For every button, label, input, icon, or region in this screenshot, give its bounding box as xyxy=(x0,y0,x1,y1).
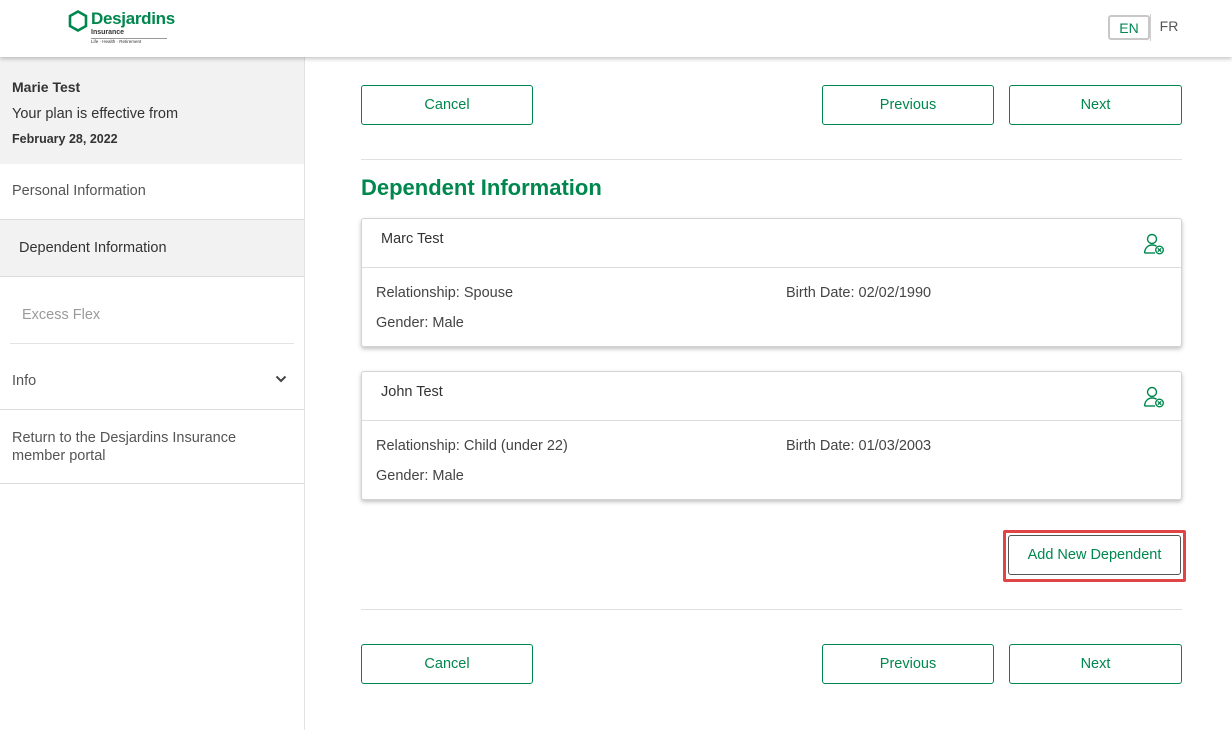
dependent-card-header: John Test xyxy=(362,372,1181,421)
hexagon-logo-icon xyxy=(68,10,88,32)
language-fr-button[interactable]: FR xyxy=(1154,15,1184,40)
previous-button[interactable]: Previous xyxy=(822,644,994,684)
user-summary: Marie Test Your plan is effective from F… xyxy=(0,57,304,164)
cancel-button[interactable]: Cancel xyxy=(361,85,533,125)
top-header: Desjardins Insurance Life · Health · Ret… xyxy=(0,0,1232,57)
language-separator xyxy=(1150,14,1151,41)
sidebar-item-excess-flex: Excess Flex xyxy=(0,277,304,344)
section-divider xyxy=(361,609,1182,610)
sidebar-item-label: Personal Information xyxy=(12,183,146,199)
plan-effective-date: February 28, 2022 xyxy=(12,132,118,146)
dependent-card: John Test Relationship: Child (under 22)… xyxy=(361,371,1182,500)
previous-button[interactable]: Previous xyxy=(822,85,994,125)
dependent-gender: Gender: Male xyxy=(376,468,464,484)
sidebar-item-info[interactable]: Info xyxy=(0,344,304,410)
user-name: Marie Test xyxy=(12,79,81,95)
cancel-button[interactable]: Cancel xyxy=(361,644,533,684)
dependent-birth-date: Birth Date: 01/03/2003 xyxy=(786,438,932,454)
dependent-card: Marc Test Relationship: Spouse Birth Dat… xyxy=(361,218,1182,347)
next-button[interactable]: Next xyxy=(1009,85,1182,125)
page-title: Dependent Information xyxy=(361,175,602,200)
sidebar-item-label: Return to the Desjardins Insurance membe… xyxy=(12,430,237,464)
logo-sub: Insurance xyxy=(91,29,125,36)
dependent-relationship: Relationship: Spouse xyxy=(376,285,514,301)
sidebar-item-return-portal[interactable]: Return to the Desjardins Insurance membe… xyxy=(0,410,304,484)
chevron-down-icon[interactable] xyxy=(275,374,287,384)
dependent-birth-date: Birth Date: 02/02/1990 xyxy=(786,285,932,301)
dependent-card-header: Marc Test xyxy=(362,219,1181,268)
sidebar-item-label: Excess Flex xyxy=(22,307,101,323)
logo-name: Desjardins xyxy=(91,9,175,28)
sidebar: Marie Test Your plan is effective from F… xyxy=(0,57,305,730)
logo-tagline: Life · Health · Retirement xyxy=(91,39,142,44)
sidebar-item-personal-information[interactable]: Personal Information xyxy=(0,164,304,220)
dependent-name: Marc Test xyxy=(381,231,444,247)
language-en-button[interactable]: EN xyxy=(1108,15,1150,40)
sidebar-item-dependent-information[interactable]: Dependent Information xyxy=(0,220,304,277)
remove-user-icon[interactable] xyxy=(1143,385,1165,409)
add-new-dependent-button[interactable]: Add New Dependent xyxy=(1008,535,1181,575)
sidebar-item-label: Info xyxy=(12,373,37,389)
dependent-relationship: Relationship: Child (under 22) xyxy=(376,438,568,454)
next-button[interactable]: Next xyxy=(1009,644,1182,684)
remove-user-icon[interactable] xyxy=(1143,232,1165,256)
dependent-gender: Gender: Male xyxy=(376,315,464,331)
sidebar-item-label: Dependent Information xyxy=(19,240,167,256)
section-divider xyxy=(361,159,1182,160)
desjardins-logo[interactable]: Desjardins Insurance Life · Health · Ret… xyxy=(68,8,178,48)
plan-effective-label: Your plan is effective from xyxy=(12,106,179,122)
dependent-name: John Test xyxy=(381,384,443,400)
